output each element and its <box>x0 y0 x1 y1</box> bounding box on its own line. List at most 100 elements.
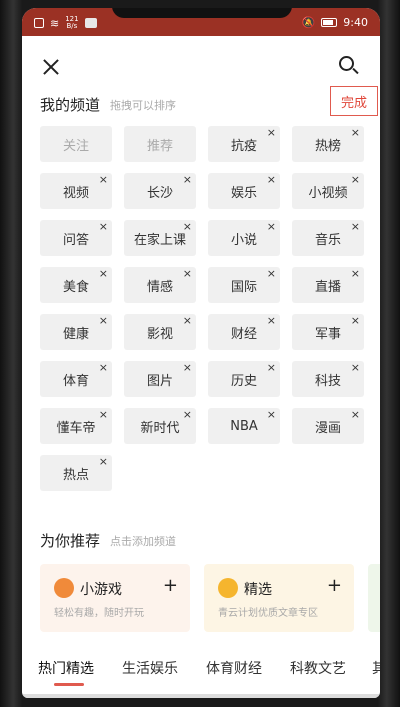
remove-channel-icon[interactable]: × <box>183 268 192 280</box>
channel-chip[interactable]: 新时代 × <box>124 408 196 444</box>
channel-chip[interactable]: 体育 × <box>40 361 112 397</box>
category-tab[interactable]: 热门精选 <box>38 658 94 678</box>
channel-chip-label: 军事 <box>314 326 341 342</box>
remove-channel-icon[interactable]: × <box>351 362 360 374</box>
close-icon[interactable] <box>42 58 60 76</box>
channel-chip[interactable]: 历史 × <box>208 361 280 397</box>
channel-chip[interactable]: 热榜 × <box>292 126 364 162</box>
channel-chip[interactable]: 国际 × <box>208 267 280 303</box>
add-icon[interactable]: + <box>327 575 342 596</box>
recommend-card-mini-games[interactable]: 小游戏 + 轻松有趣，随时开玩 <box>40 564 190 632</box>
remove-channel-icon[interactable]: × <box>183 221 192 233</box>
my-channels-hint: 拖拽可以排序 <box>110 99 176 112</box>
remove-channel-icon[interactable]: × <box>267 315 276 327</box>
remove-channel-icon[interactable]: × <box>351 315 360 327</box>
channel-chip[interactable]: 抗疫 × <box>208 126 280 162</box>
crown-icon <box>218 578 238 598</box>
channel-chip[interactable]: 在家上课 × <box>124 220 196 256</box>
channel-chip[interactable]: 图片 × <box>124 361 196 397</box>
clock: 9:40 <box>343 16 368 29</box>
channel-chip[interactable]: 热点 × <box>40 455 112 491</box>
channel-chip[interactable]: 漫画 × <box>292 408 364 444</box>
channel-chip[interactable]: 关注 <box>40 126 112 162</box>
channel-chip[interactable]: 情感 × <box>124 267 196 303</box>
remove-channel-icon[interactable]: × <box>99 362 108 374</box>
channel-chip-label: 体育 <box>62 373 89 389</box>
remove-channel-icon[interactable]: × <box>99 174 108 186</box>
category-tab[interactable]: 科教文艺 <box>290 658 346 678</box>
remove-channel-icon[interactable]: × <box>267 127 276 139</box>
remove-channel-icon[interactable]: × <box>99 221 108 233</box>
channel-chip-label: 影视 <box>146 326 173 342</box>
channel-chip-label: 新时代 <box>140 420 180 436</box>
channel-chip-label: 懂车帝 <box>56 420 96 436</box>
category-tab[interactable]: 体育财经 <box>206 658 262 678</box>
remove-channel-icon[interactable]: × <box>183 362 192 374</box>
recommend-card-desc: 青云计划优质文章专区 <box>218 608 318 619</box>
recommend-card-featured[interactable]: 精选 + 青云计划优质文章专区 <box>204 564 354 632</box>
channel-chip-label: 情感 <box>146 279 173 295</box>
channel-chip[interactable]: 小说 × <box>208 220 280 256</box>
phone-bezel-left <box>0 0 22 707</box>
remove-channel-icon[interactable]: × <box>183 409 192 421</box>
channel-chip-label: NBA <box>230 418 258 434</box>
search-icon[interactable] <box>338 55 360 77</box>
channel-chip-label: 漫画 <box>314 420 341 436</box>
channel-chip[interactable]: 直播 × <box>292 267 364 303</box>
channel-chip-label: 美食 <box>62 279 89 295</box>
channel-chip-label: 音乐 <box>314 232 341 248</box>
remove-channel-icon[interactable]: × <box>351 127 360 139</box>
remove-channel-icon[interactable]: × <box>267 221 276 233</box>
status-bar: ≋ 121 B/s 🔕 9:40 <box>22 8 380 36</box>
remove-channel-icon[interactable]: × <box>267 174 276 186</box>
channel-chip[interactable]: 军事 × <box>292 314 364 350</box>
channel-chip[interactable]: 推荐 <box>124 126 196 162</box>
channel-chip-label: 图片 <box>146 373 173 389</box>
channel-chip-label: 长沙 <box>146 185 173 201</box>
active-tab-indicator <box>54 683 84 686</box>
remove-channel-icon[interactable]: × <box>351 221 360 233</box>
remove-channel-icon[interactable]: × <box>99 268 108 280</box>
remove-channel-icon[interactable]: × <box>99 409 108 421</box>
my-channels-title: 我的频道 <box>40 96 101 114</box>
channel-chip-label: 小视频 <box>308 185 348 201</box>
remove-channel-icon[interactable]: × <box>183 174 192 186</box>
remove-channel-icon[interactable]: × <box>99 456 108 468</box>
done-button[interactable]: 完成 <box>330 86 378 116</box>
category-tab[interactable]: 生活娱乐 <box>122 658 178 678</box>
channel-chip-label: 财经 <box>230 326 257 342</box>
channel-chip-label: 热点 <box>62 467 89 483</box>
channel-chip[interactable]: 懂车帝 × <box>40 408 112 444</box>
remove-channel-icon[interactable]: × <box>267 409 276 421</box>
recommend-hint: 点击添加频道 <box>110 535 176 548</box>
channel-chip[interactable]: 问答 × <box>40 220 112 256</box>
remove-channel-icon[interactable]: × <box>267 362 276 374</box>
category-tab[interactable]: 其 <box>372 658 380 678</box>
channel-chip[interactable]: 小视频 × <box>292 173 364 209</box>
remove-channel-icon[interactable]: × <box>183 315 192 327</box>
remove-channel-icon[interactable]: × <box>351 409 360 421</box>
mute-icon: 🔕 <box>301 16 316 29</box>
category-tabs: 热门精选 生活娱乐 体育财经 科教文艺 其 <box>22 656 380 698</box>
camera-notch <box>112 8 292 18</box>
channel-chip[interactable]: 音乐 × <box>292 220 364 256</box>
channel-chip[interactable]: 影视 × <box>124 314 196 350</box>
game-icon <box>54 578 74 598</box>
channel-chip[interactable]: 视频 × <box>40 173 112 209</box>
channel-chip[interactable]: 健康 × <box>40 314 112 350</box>
channel-chip[interactable]: 美食 × <box>40 267 112 303</box>
channel-chip[interactable]: NBA × <box>208 408 280 444</box>
remove-channel-icon[interactable]: × <box>351 174 360 186</box>
channel-chip[interactable]: 财经 × <box>208 314 280 350</box>
wifi-icon: ≋ <box>50 16 60 30</box>
remove-channel-icon[interactable]: × <box>351 268 360 280</box>
add-icon[interactable]: + <box>163 575 178 596</box>
recommend-card-next-partial[interactable] <box>368 564 380 632</box>
channel-chip-label: 国际 <box>230 279 257 295</box>
channel-chip[interactable]: 科技 × <box>292 361 364 397</box>
remove-channel-icon[interactable]: × <box>267 268 276 280</box>
channel-chip[interactable]: 娱乐 × <box>208 173 280 209</box>
channel-chip[interactable]: 长沙 × <box>124 173 196 209</box>
remove-channel-icon[interactable]: × <box>99 315 108 327</box>
network-speed: 121 B/s <box>65 16 78 30</box>
